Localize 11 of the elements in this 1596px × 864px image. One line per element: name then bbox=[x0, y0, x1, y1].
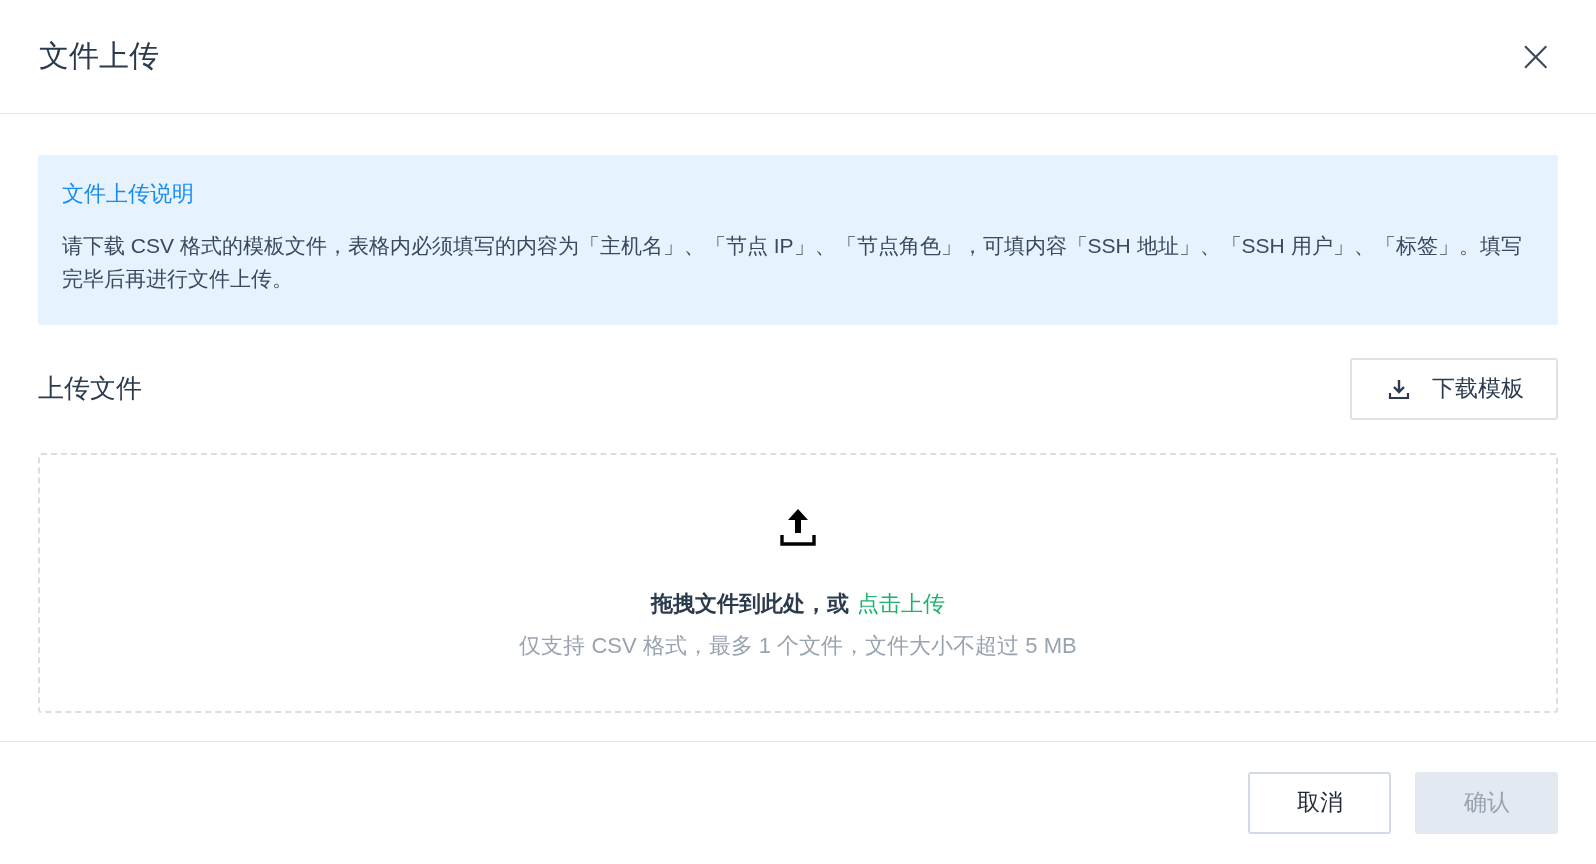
footer-button[interactable]: 取消 bbox=[1248, 771, 1391, 834]
close-button[interactable]: × bbox=[1511, 34, 1560, 79]
notice-text: 请下载 CSV 格式的模板文件，表格内必须填写的内容为「主机名」、「节点 IP」、「节点角色」，可填内容「SSH 地址」、「SSH 用户」、「标签」。填写完毕后再进行文件上传。 bbox=[62, 232, 1523, 292]
upload-hint: 仅支持 CSV 格式，最多 1 个文件，文件大小不超过 5 MB bbox=[519, 631, 1077, 660]
download-icon bbox=[1388, 377, 1410, 400]
drop-prompt: 拖拽文件到此处，或 bbox=[651, 589, 849, 618]
notice-title: 文件上传说明 bbox=[62, 179, 195, 208]
download-template-button[interactable]: 下载模板 bbox=[1350, 357, 1558, 420]
section-title: 上传文件 bbox=[38, 372, 142, 405]
dialog-title: 文件上传 bbox=[39, 37, 159, 74]
upload-dropzone[interactable]: 拖拽文件到此处，或 点击上传 仅支持 CSV 格式，最多 1 个文件，文件大小不超过 5 MB bbox=[38, 452, 1558, 713]
